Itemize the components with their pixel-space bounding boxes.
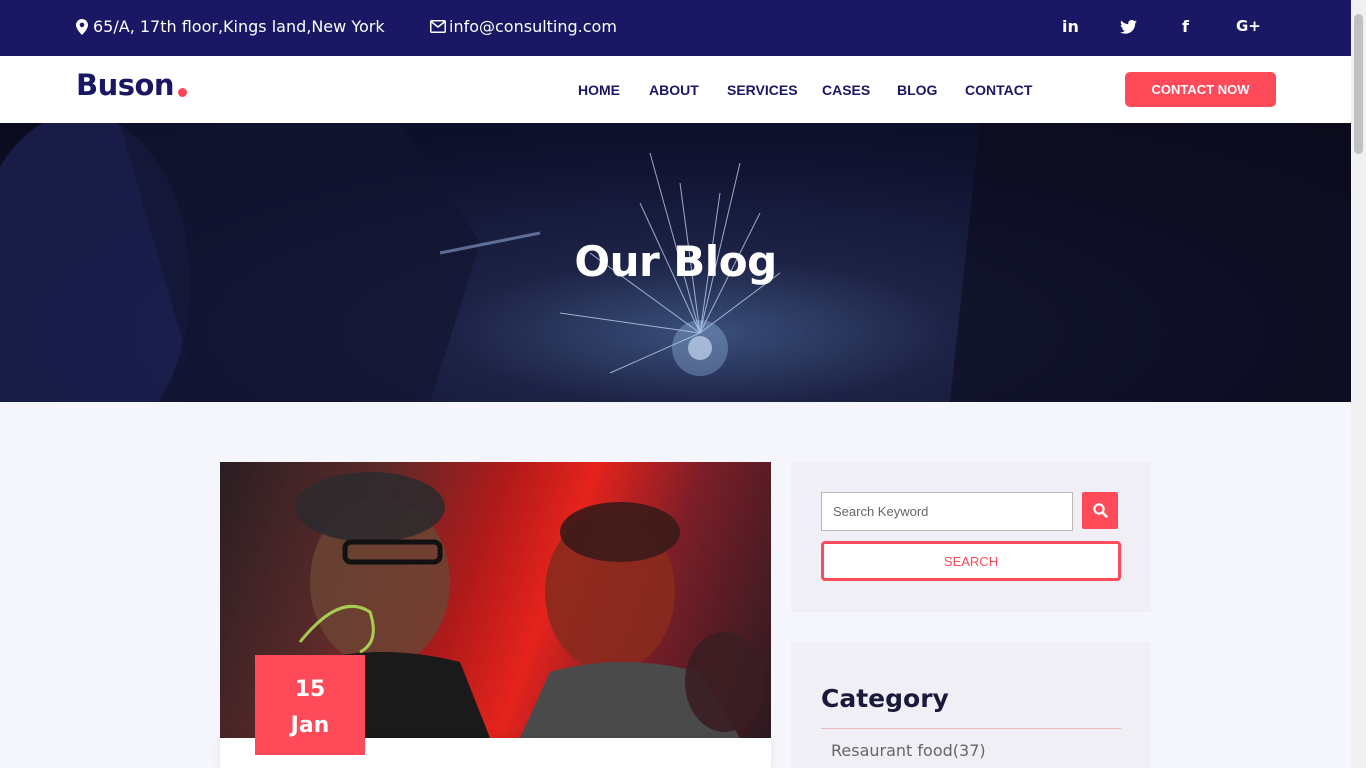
search-icon-button[interactable] <box>1082 492 1118 529</box>
top-bar: 65/A, 17th floor,Kings land,New York inf… <box>0 0 1351 56</box>
category-widget: Category Resaurant food(37) <box>791 642 1151 768</box>
page-scrollbar[interactable] <box>1351 0 1366 768</box>
nav-home[interactable]: HOME <box>578 82 620 98</box>
nav-contact[interactable]: CONTACT <box>965 82 1032 98</box>
address-text: 65/A, 17th floor,Kings land,New York <box>93 17 385 36</box>
category-title: Category <box>821 684 949 713</box>
hero-banner: Our Blog <box>0 123 1351 402</box>
scrollbar-thumb[interactable] <box>1354 14 1363 154</box>
main-header: Buson HOME ABOUT SERVICES CASES BLOG CON… <box>0 56 1351 123</box>
post-date-badge: 15 Jan <box>255 655 365 755</box>
logo-dot <box>178 88 187 97</box>
post-date-day: 15 <box>294 677 326 702</box>
search-button[interactable]: SEARCH <box>821 541 1121 581</box>
logo[interactable]: Buson <box>76 68 175 102</box>
map-marker-icon <box>76 18 88 35</box>
google-plus-icon[interactable]: G+ <box>1236 17 1261 35</box>
twitter-icon[interactable] <box>1120 19 1137 38</box>
email-text: info@consulting.com <box>449 17 617 36</box>
contact-now-button[interactable]: CONTACT NOW <box>1125 72 1276 107</box>
linkedin-icon[interactable]: in <box>1062 17 1079 36</box>
nav-services[interactable]: SERVICES <box>727 82 798 98</box>
search-widget: SEARCH <box>791 462 1151 612</box>
email[interactable]: info@consulting.com <box>430 17 617 36</box>
address: 65/A, 17th floor,Kings land,New York <box>76 17 385 36</box>
search-icon <box>1092 503 1108 518</box>
nav-blog[interactable]: BLOG <box>897 82 937 98</box>
search-input[interactable] <box>821 492 1073 531</box>
nav-cases[interactable]: CASES <box>822 82 870 98</box>
envelope-icon <box>430 20 446 33</box>
category-item[interactable]: Resaurant food(37) <box>831 741 986 760</box>
category-divider <box>821 728 1121 729</box>
post-date-month: Jan <box>290 713 330 738</box>
nav-about[interactable]: ABOUT <box>649 82 699 98</box>
page-title: Our Blog <box>574 237 777 286</box>
facebook-icon[interactable]: f <box>1182 17 1189 36</box>
